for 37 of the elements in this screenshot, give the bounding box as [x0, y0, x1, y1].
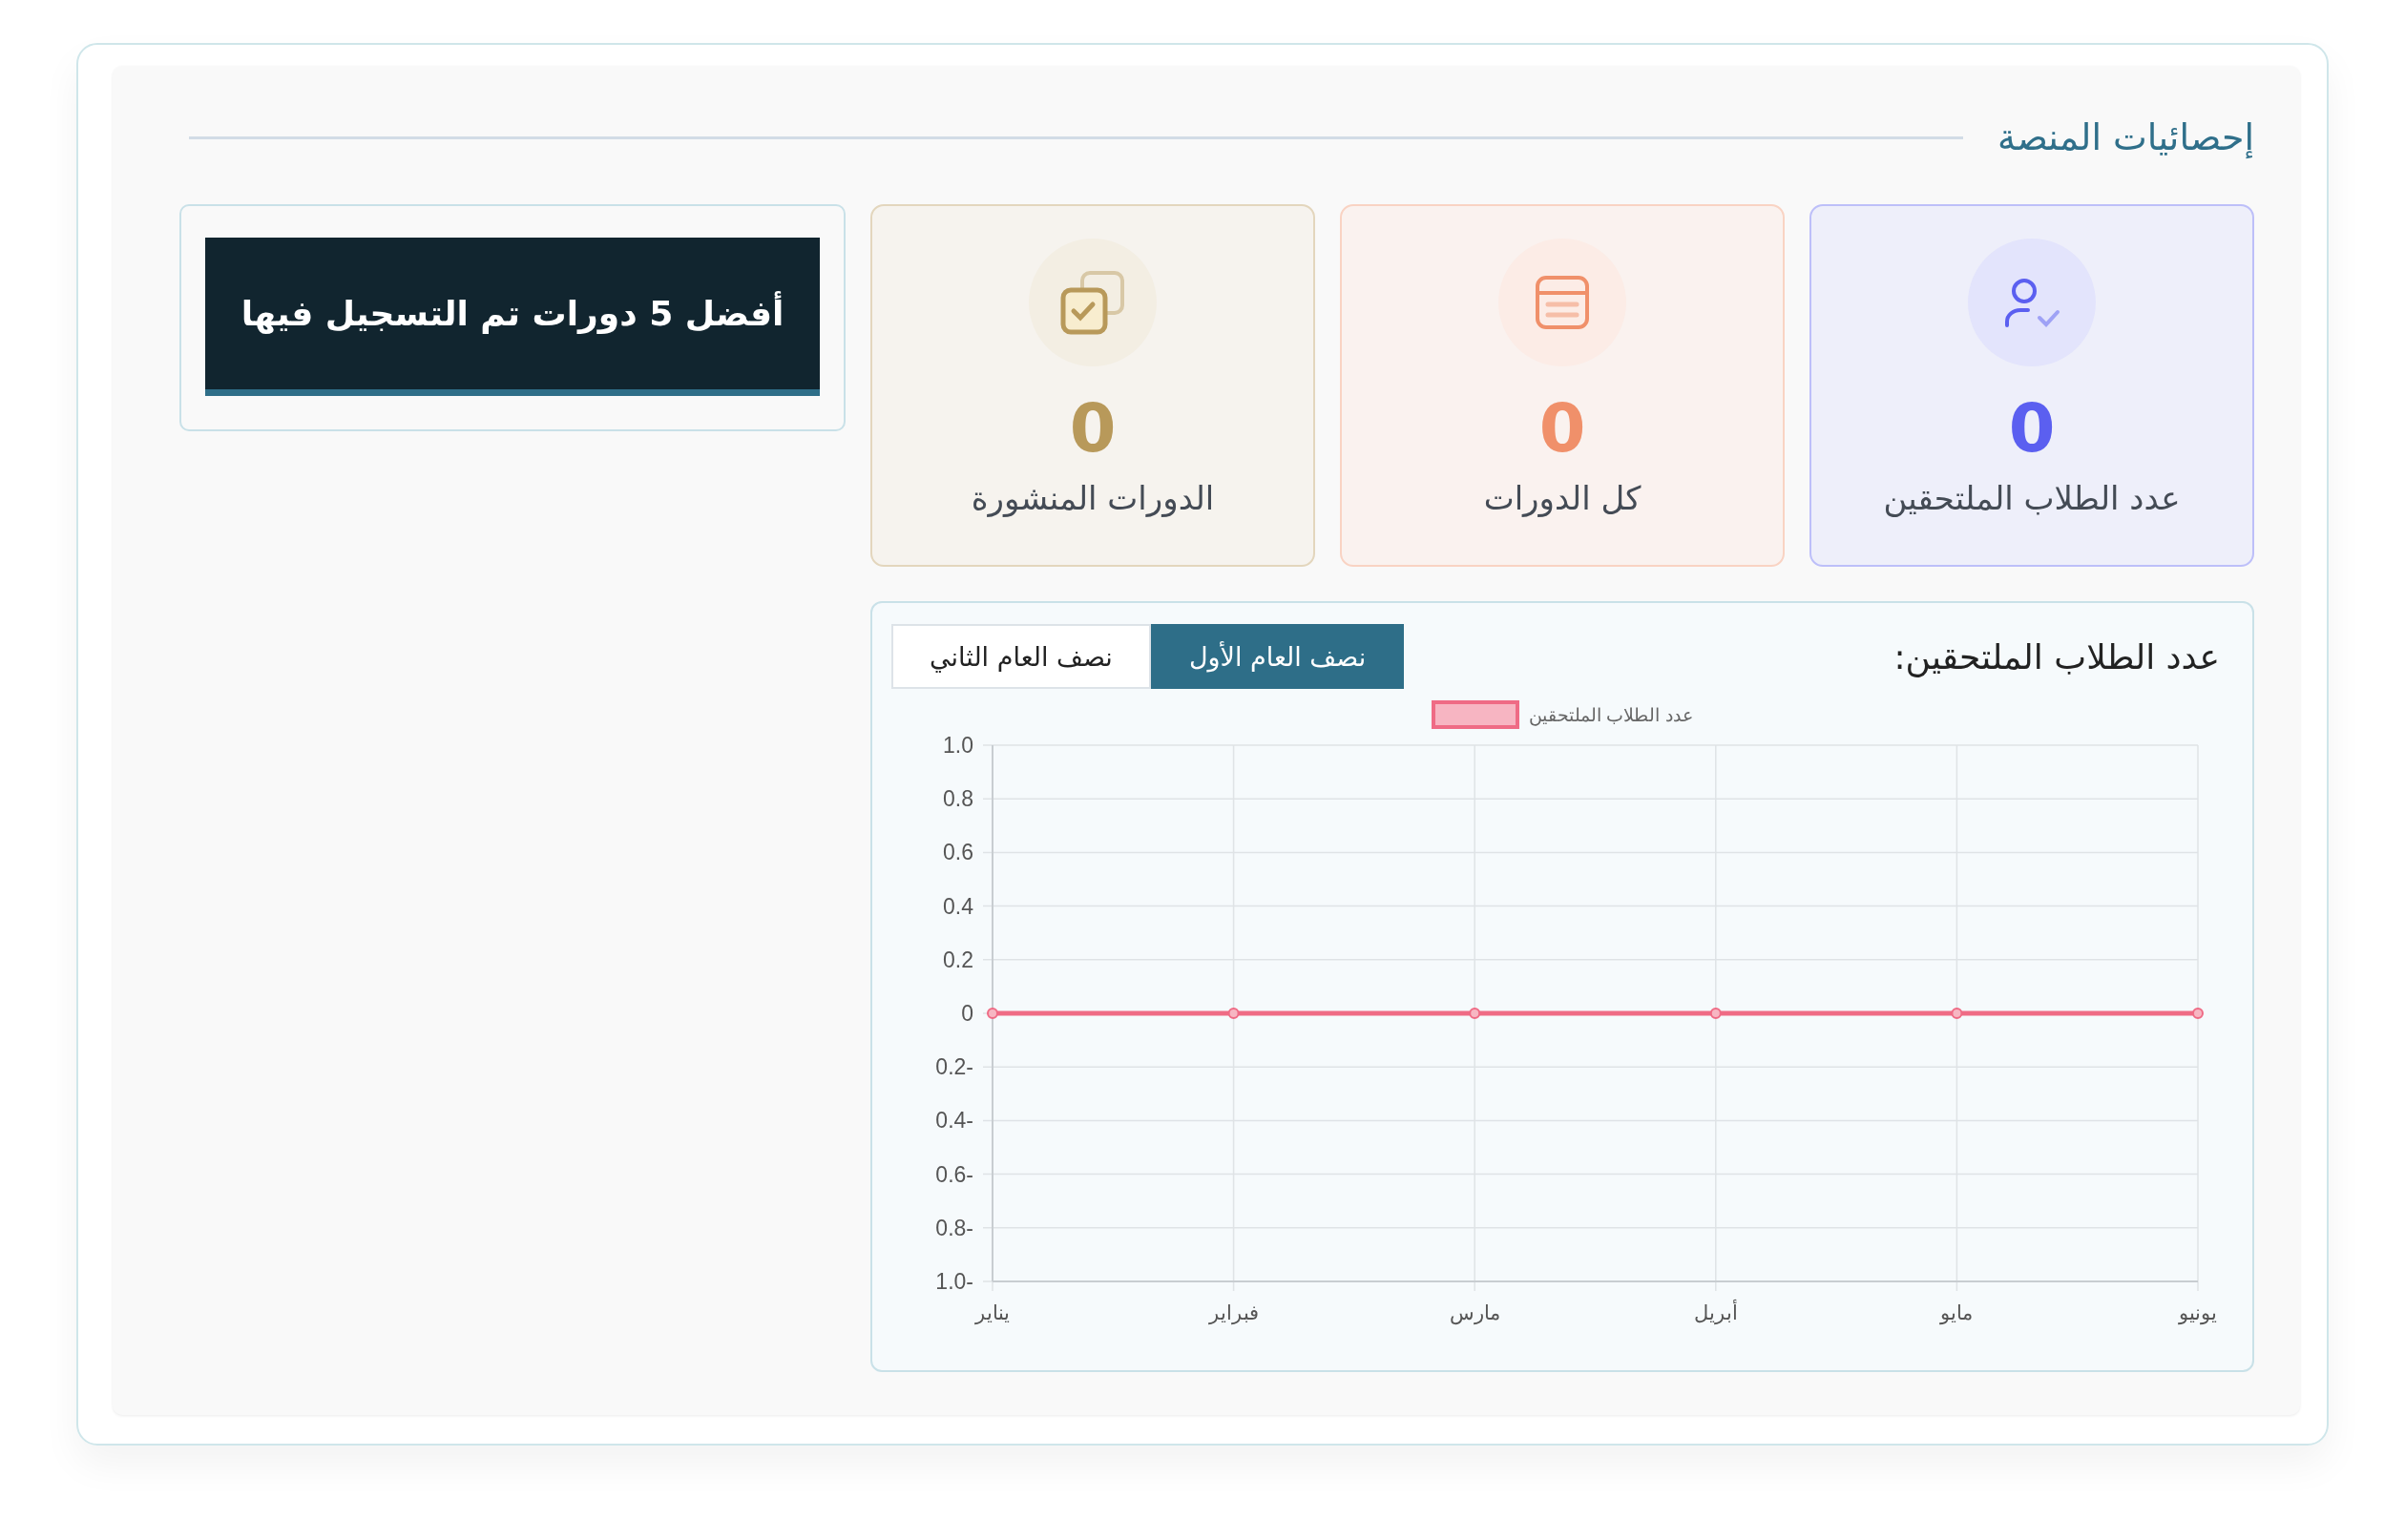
x-tick-label: يناير	[975, 1301, 1010, 1323]
stat-label: كل الدورات	[1483, 479, 1642, 517]
y-tick-label: 0.2-	[935, 1054, 973, 1080]
data-point	[1709, 1008, 1722, 1019]
stat-value: 0	[2008, 395, 2056, 462]
y-tick-label: 0.8	[943, 786, 973, 812]
stat-label: الدورات المنشورة	[971, 479, 1215, 517]
legend-label: عدد الطلاب الملتحقين	[1529, 703, 1693, 726]
y-tick-label: 0.2	[943, 947, 973, 972]
period-tab[interactable]: نصف العام الثاني	[891, 624, 1151, 689]
data-point	[987, 1008, 998, 1019]
y-tick-label: 1.0	[943, 733, 973, 758]
y-tick-label: 0.4-	[935, 1108, 973, 1134]
chart-title: عدد الطلاب الملتحقين:	[1893, 636, 2221, 676]
section-title: إحصائيات المنصة	[1997, 116, 2254, 158]
x-tick-label: أبريل	[1693, 1301, 1738, 1323]
stat-label: عدد الطلاب الملتحقين	[1883, 479, 2181, 517]
y-tick-label: 0	[961, 1001, 973, 1026]
y-tick-label: 1.0-	[935, 1269, 973, 1294]
data-point	[1227, 1008, 1240, 1019]
x-tick-label: مارس	[1449, 1301, 1500, 1323]
period-tab[interactable]: نصف العام الأول	[1150, 624, 1405, 689]
y-tick-label: 0.8-	[935, 1215, 973, 1240]
x-tick-label: مايو	[1940, 1301, 1974, 1323]
stat-value: 0	[1538, 395, 1586, 462]
data-point	[1951, 1008, 1963, 1019]
data-point	[2192, 1008, 2204, 1019]
y-tick-label: 0.6-	[935, 1161, 973, 1187]
y-tick-label: 0.4	[943, 893, 973, 919]
data-point	[1469, 1008, 1481, 1019]
stat-value: 0	[1069, 395, 1117, 462]
checkbox-copy-icon	[1059, 269, 1126, 336]
top-courses-banner: أفضل 5 دورات تم التسجيل فيها	[205, 238, 820, 396]
x-tick-label: فبراير	[1208, 1301, 1259, 1323]
y-tick-label: 0.6	[943, 840, 973, 865]
list-card-icon	[1534, 274, 1591, 331]
x-tick-label: يونيو	[2179, 1301, 2217, 1323]
